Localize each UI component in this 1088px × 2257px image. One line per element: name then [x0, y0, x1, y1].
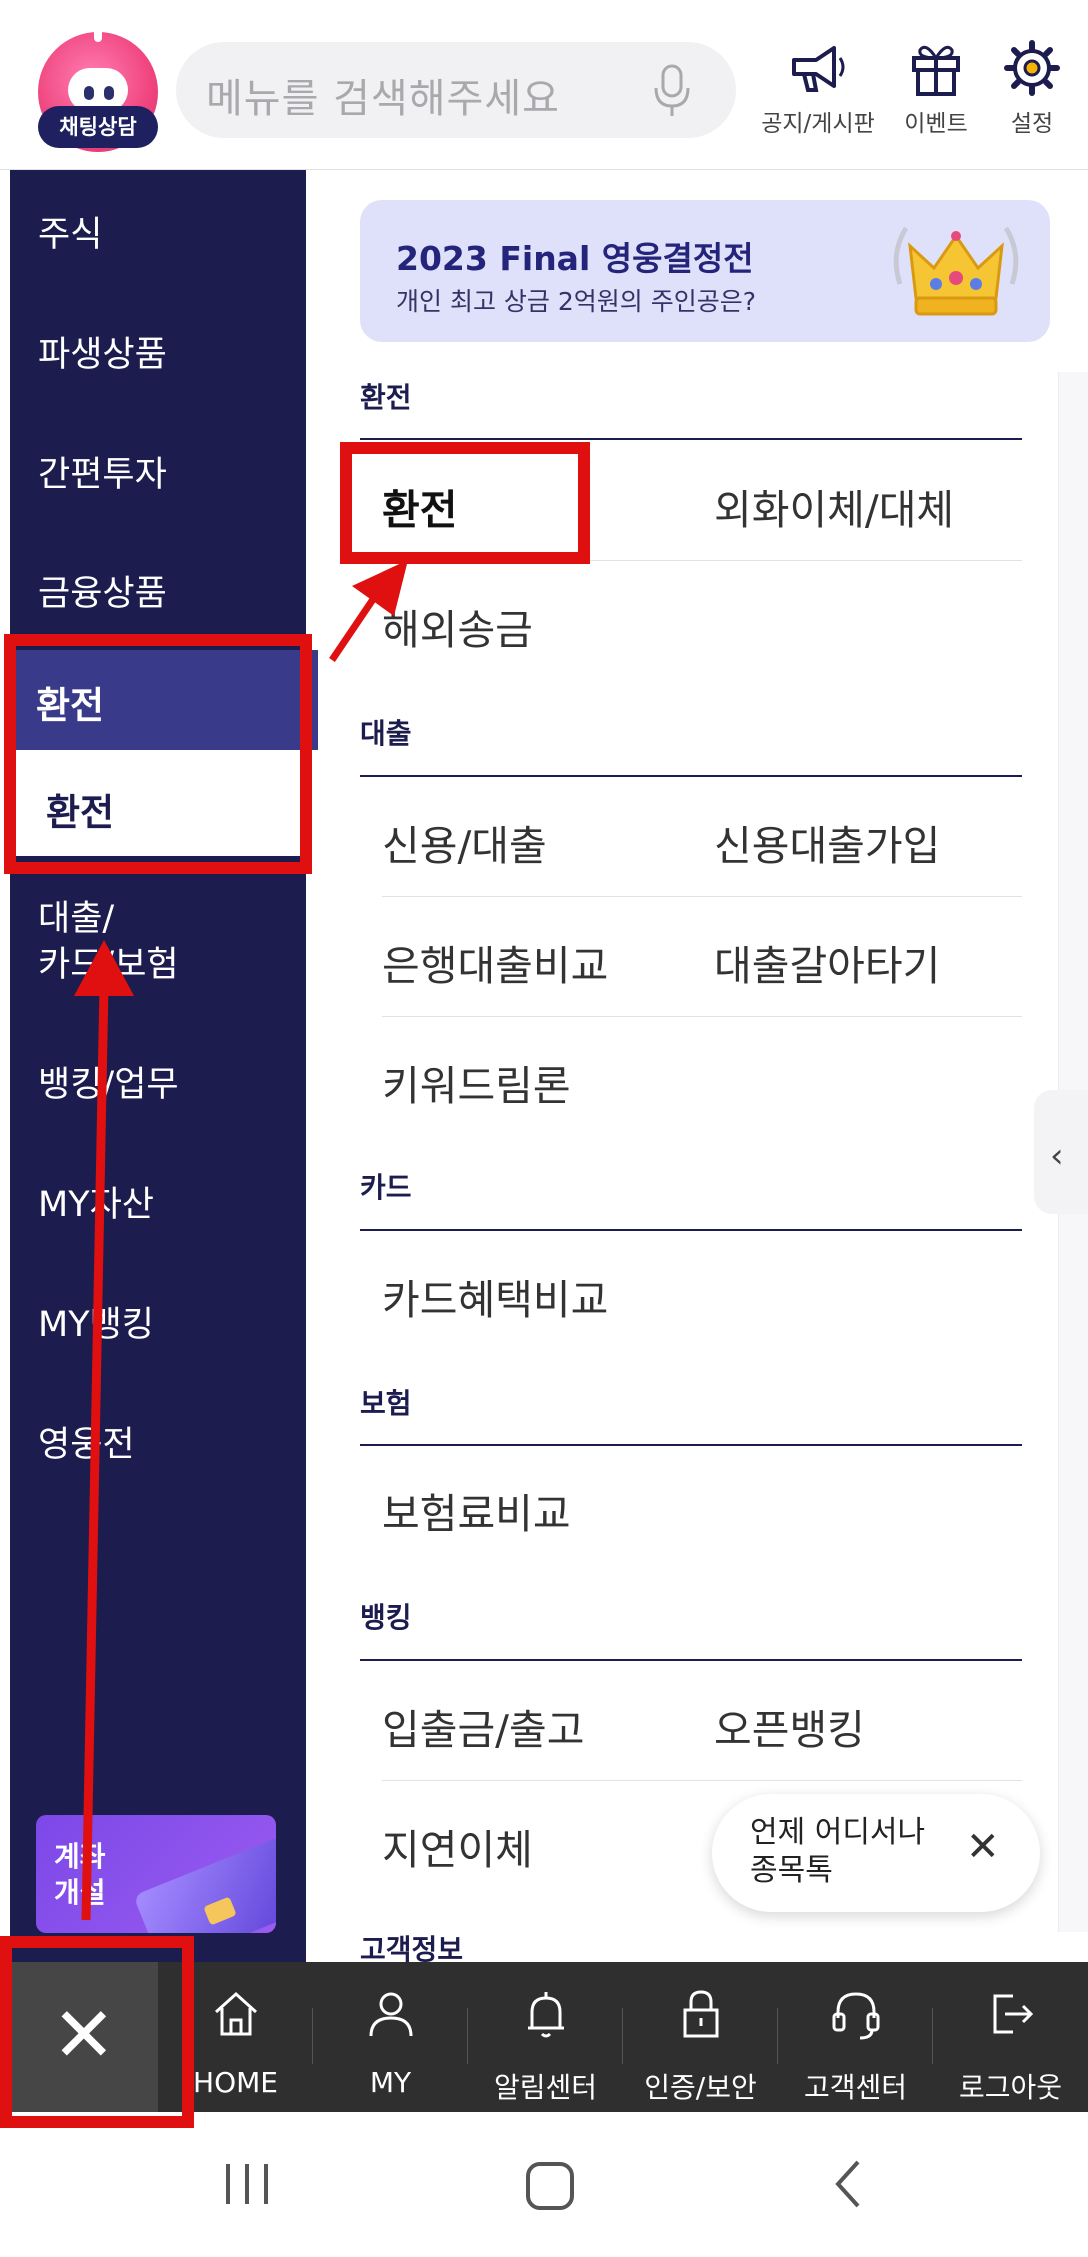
- sidebar-item-easy-invest[interactable]: 간편투자: [38, 446, 167, 497]
- nav-auth-security[interactable]: 인증/보안: [623, 1962, 778, 2112]
- megaphone-icon: [792, 46, 845, 92]
- menu-item-delayed-transfer[interactable]: 지연이체: [382, 1816, 533, 1876]
- search-placeholder: 메뉴를 검색해주세요: [206, 76, 560, 122]
- sidebar-item-derivatives[interactable]: 파생상품: [38, 326, 167, 377]
- nav-my[interactable]: MY: [313, 1962, 468, 2112]
- menu-item-card-benefit-compare[interactable]: 카드혜택비교: [382, 1266, 608, 1326]
- open-account-label: 계좌 개설: [54, 1840, 106, 1909]
- home-icon: [214, 1991, 257, 2036]
- close-icon[interactable]: ✕: [966, 1824, 1000, 1870]
- nav-auth-security-label: 인증/보안: [644, 2071, 757, 2104]
- settings-label: 설정: [1010, 111, 1054, 137]
- section-title-insurance: 보험: [360, 1387, 412, 1420]
- section-title-exchange: 환전: [360, 381, 412, 414]
- menu-item-deposit-withdraw[interactable]: 입출금/출고: [382, 1696, 584, 1756]
- banner-subtitle: 개인 최고 상금 2억원의 주인공은?: [396, 287, 756, 316]
- menu-item-overseas-remittance[interactable]: 해외송금: [382, 596, 533, 656]
- bell-icon: [527, 1992, 564, 2038]
- chatbot-label: 채팅상담: [38, 106, 158, 148]
- sidebar-item-loan-card-insurance[interactable]: 대출/ 카드/보험: [38, 896, 179, 988]
- section-title-loan: 대출: [360, 717, 412, 750]
- side-panel-toggle[interactable]: ‹: [1034, 1090, 1088, 1214]
- menu-item-insurance-compare[interactable]: 보험료비교: [382, 1480, 571, 1540]
- notice-board-button[interactable]: 공지/게시판: [758, 38, 878, 138]
- app-header: 채팅상담 메뉴를 검색해주세요 공지/게시판 이벤트 설정: [0, 0, 1088, 170]
- menu-item-loan-switch[interactable]: 대출갈아타기: [714, 932, 940, 992]
- settings-button[interactable]: 설정: [972, 38, 1088, 138]
- menu-item-credit-loan-signup[interactable]: 신용대출가입: [714, 812, 940, 872]
- menu-item-kiwoom-loan[interactable]: 키워드림론: [382, 1052, 571, 1112]
- sidebar-item-banking[interactable]: 뱅킹/업무: [38, 1056, 179, 1107]
- gear-icon: [1004, 40, 1060, 96]
- annotation-box-sidebar-exchange: [4, 634, 312, 874]
- person-icon: [369, 1992, 412, 2037]
- chatbot-button[interactable]: 채팅상담: [34, 28, 162, 156]
- annotation-box-close: [0, 1936, 194, 2128]
- annotation-box-menu-exchange: [340, 442, 590, 564]
- menu-item-open-banking[interactable]: 오픈뱅킹: [714, 1696, 865, 1756]
- section-title-banking: 뱅킹: [360, 1601, 412, 1634]
- microphone-icon[interactable]: [642, 60, 702, 120]
- headset-icon: [832, 1992, 879, 2040]
- sidebar-item-financial-products[interactable]: 금융상품: [38, 565, 167, 616]
- open-account-banner[interactable]: 계좌 개설: [36, 1815, 276, 1933]
- menu-item-bank-loan-compare[interactable]: 은행대출비교: [382, 932, 608, 992]
- nav-my-label: MY: [369, 2066, 412, 2099]
- nav-notification-label: 알림센터: [493, 2071, 598, 2104]
- toast-message: 언제 어디서나 종목톡: [750, 1815, 926, 1888]
- android-nav-bar: [0, 2112, 1088, 2257]
- sidebar-item-my-assets[interactable]: MY자산: [38, 1176, 154, 1227]
- nav-customer-center[interactable]: 고객센터: [778, 1962, 933, 2112]
- search-input[interactable]: 메뉴를 검색해주세요: [176, 42, 736, 138]
- notice-board-label: 공지/게시판: [761, 111, 875, 137]
- recents-icon[interactable]: [222, 2154, 272, 2214]
- card-image: [133, 1835, 276, 1933]
- gift-icon: [912, 45, 960, 96]
- menu-item-credit-loan[interactable]: 신용/대출: [382, 812, 547, 872]
- section-title-card: 카드: [360, 1171, 412, 1204]
- lock-icon: [683, 1990, 718, 2038]
- nav-logout-label: 로그아웃: [958, 2071, 1063, 2104]
- menu-item-fx-transfer[interactable]: 외화이체/대체: [714, 476, 954, 536]
- nav-logout[interactable]: 로그아웃: [933, 1962, 1088, 2112]
- back-icon[interactable]: [828, 2154, 868, 2214]
- home-button-icon[interactable]: [522, 2154, 578, 2214]
- sidebar-item-my-banking[interactable]: MY뱅킹: [38, 1296, 154, 1347]
- stock-talk-toast[interactable]: 언제 어디서나 종목톡 ✕: [712, 1794, 1040, 1912]
- promo-banner[interactable]: 2023 Final 영웅결정전 개인 최고 상금 2억원의 주인공은?: [360, 200, 1050, 342]
- nav-notification-center[interactable]: 알림센터: [468, 1962, 623, 2112]
- logout-icon: [993, 1994, 1033, 2034]
- nav-customer-center-label: 고객센터: [803, 2071, 908, 2104]
- category-sidebar: 주식 파생상품 간편투자 금융상품 대출/ 카드/보험 뱅킹/업무 MY자산 M…: [10, 170, 306, 1962]
- chevron-left-icon: ‹: [1050, 1136, 1064, 1176]
- banner-title: 2023 Final 영웅결정전: [396, 239, 754, 278]
- crown-icon: [893, 226, 1019, 316]
- sidebar-item-stocks[interactable]: 주식: [38, 206, 102, 257]
- sidebar-item-hero[interactable]: 영웅전: [38, 1416, 135, 1467]
